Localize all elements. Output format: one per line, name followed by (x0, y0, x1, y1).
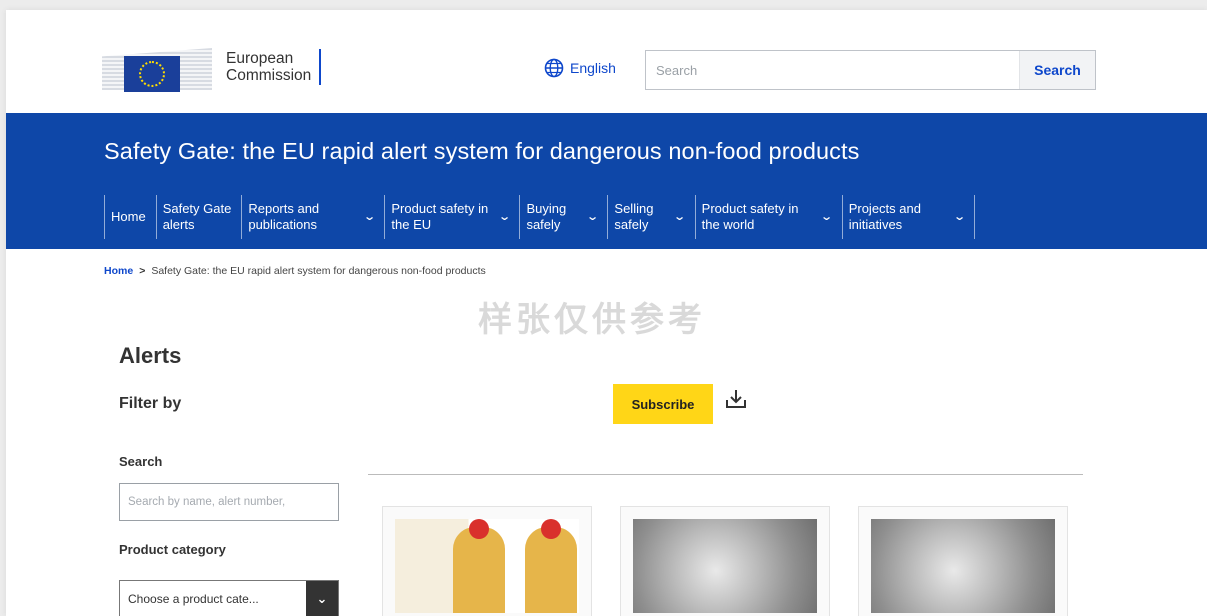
main-navigation: Home Safety Gate alerts Reports and public… (104, 195, 976, 239)
alert-card[interactable] (858, 506, 1068, 616)
search-filter-label: Search (119, 454, 163, 469)
alert-card[interactable] (382, 506, 592, 616)
nav-item-buying-safely[interactable]: Buying safely ⌄ (519, 195, 607, 239)
nav-item-reports-publications[interactable]: Reports and publications ⌄ (241, 195, 384, 239)
alert-card[interactable] (620, 506, 830, 616)
alert-search-input[interactable] (119, 483, 339, 521)
site-search-button[interactable]: Search (1019, 51, 1095, 89)
nav-label: Reports and publications (248, 201, 320, 232)
logo-line1: European (226, 50, 294, 67)
breadcrumb-separator: > (139, 265, 146, 277)
alert-product-image (633, 519, 817, 613)
nav-label: Safety Gate alerts (162, 201, 232, 232)
alert-product-image (871, 519, 1055, 613)
breadcrumb: Home > Safety Gate: the EU rapid alert s… (104, 265, 486, 277)
product-category-value: Choose a product cate... (128, 592, 259, 606)
nav-divider (974, 195, 976, 239)
costume-figure (525, 519, 577, 613)
results-divider (368, 474, 1083, 475)
eu-flag-icon (124, 56, 180, 92)
costume-figure (453, 519, 505, 613)
language-selector[interactable]: English (544, 58, 616, 78)
nav-item-projects-initiatives[interactable]: Projects and initiatives ⌄ (841, 195, 974, 239)
alert-product-image (395, 519, 579, 613)
chevron-down-icon: ⌄ (363, 211, 377, 223)
globe-icon (544, 58, 564, 78)
watermark: 样张仅供参考 (478, 300, 706, 340)
site-header: European Commission English Search (6, 10, 1207, 113)
nav-label: Selling safely (614, 201, 654, 232)
european-commission-logo[interactable]: European Commission (102, 42, 342, 92)
nav-item-home[interactable]: Home (104, 195, 156, 239)
nav-item-product-safety-world[interactable]: Product safety in the world ⌄ (694, 195, 842, 239)
subscribe-button[interactable]: Subscribe (613, 384, 713, 424)
download-icon[interactable] (724, 388, 748, 410)
chevron-down-icon: ⌄ (820, 211, 834, 223)
logo-text: European Commission (226, 49, 322, 85)
nav-label: Product safety in the world (701, 201, 799, 232)
nav-item-product-safety-eu[interactable]: Product safety in the EU ⌄ (384, 195, 519, 239)
filter-heading: Filter by (119, 395, 182, 412)
site-search-input[interactable] (646, 51, 1019, 89)
site-title: Safety Gate: the EU rapid alert system f… (104, 138, 860, 164)
site-search: Search (645, 50, 1096, 90)
site-banner: Safety Gate: the EU rapid alert system f… (6, 113, 1207, 249)
chevron-down-icon: ⌄ (498, 211, 512, 223)
nav-label: Home (111, 209, 146, 224)
logo-graphic (102, 44, 222, 92)
nav-item-selling-safely[interactable]: Selling safely ⌄ (607, 195, 694, 239)
chevron-down-icon: ⌄ (673, 211, 687, 223)
chevron-down-icon: ⌄ (306, 581, 338, 616)
breadcrumb-current: Safety Gate: the EU rapid alert system f… (151, 265, 486, 277)
language-label: English (570, 60, 616, 76)
chevron-down-icon: ⌄ (953, 211, 967, 223)
nav-label: Projects and initiatives (848, 201, 921, 232)
product-category-label: Product category (119, 542, 226, 557)
product-category-select[interactable]: Choose a product cate... ⌄ (119, 580, 339, 616)
page-frame: European Commission English Search Safet… (6, 10, 1207, 616)
chevron-down-icon: ⌄ (586, 211, 600, 223)
nav-label: Product safety in the EU (391, 201, 489, 232)
logo-line2: Commission (226, 67, 312, 84)
breadcrumb-home-link[interactable]: Home (104, 265, 133, 277)
page-title: Alerts (119, 343, 182, 368)
nav-label: Buying safely (526, 201, 567, 232)
nav-item-safety-gate-alerts[interactable]: Safety Gate alerts (155, 195, 242, 239)
